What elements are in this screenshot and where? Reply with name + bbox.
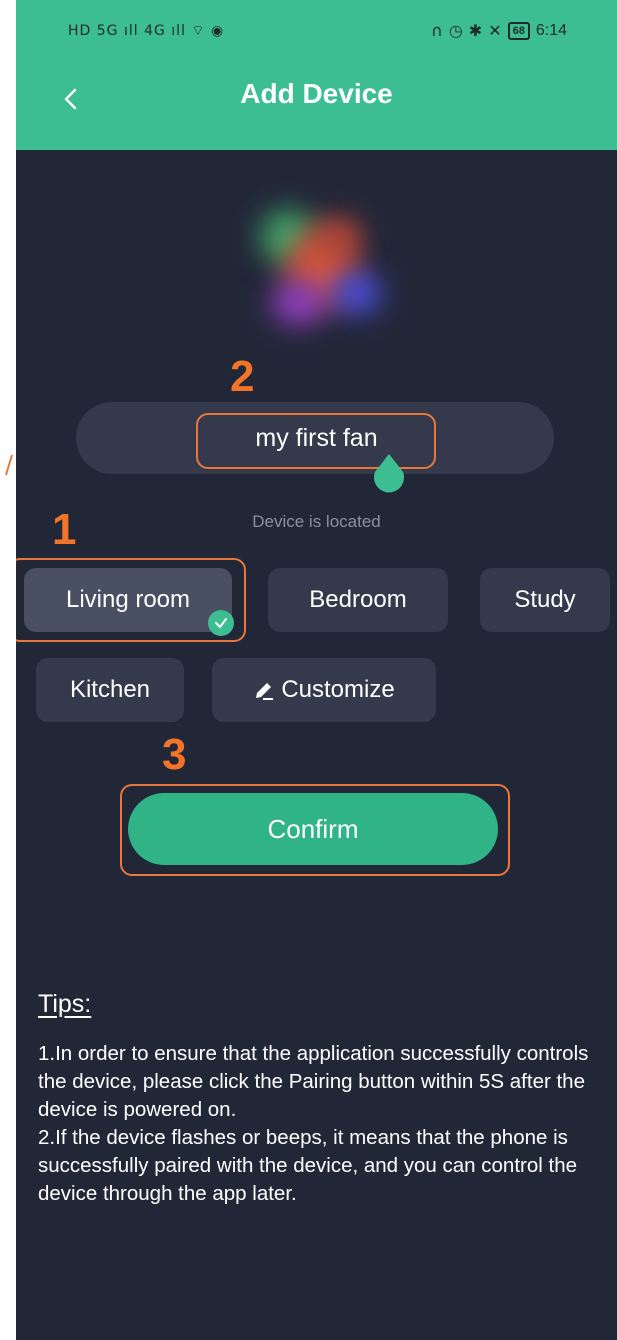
pencil-icon — [256, 683, 274, 700]
headphones-icon: ∩ — [431, 21, 443, 40]
status-icons: ∩ ◷ ✱ ✕ 68 6:14 — [431, 21, 567, 40]
device-image — [241, 200, 391, 350]
room-chip-customize[interactable]: Customize — [212, 658, 436, 722]
tips-heading: Tips: — [38, 990, 92, 1018]
status-time: 6:14 — [535, 21, 567, 39]
location-label: Device is located — [252, 512, 381, 531]
room-chip-bedroom[interactable]: Bedroom — [268, 568, 448, 632]
room-chip-label: Customize — [281, 676, 395, 703]
tip-item: 2.If the device flashes or beeps, it mea… — [38, 1126, 577, 1205]
page-title: Add Device — [240, 78, 393, 109]
battery-indicator: 68 — [507, 21, 530, 40]
annotation-number-1: 1 — [52, 505, 77, 554]
room-chip-label: Bedroom — [309, 586, 407, 613]
room-chip-kitchen[interactable]: Kitchen — [36, 658, 184, 722]
room-chip-label: Study — [514, 586, 576, 613]
text-cursor-handle[interactable] — [372, 452, 406, 494]
annotation-number-3: 3 — [162, 730, 187, 779]
annotation-box-1 — [16, 558, 246, 642]
annotation-box-3 — [120, 784, 510, 876]
signal-indicators: HD 5G ıll 4G ıll ⌔ ◉ — [68, 23, 225, 39]
alarm-icon: ◷ — [448, 21, 463, 40]
tips-text: 1.In order to ensure that the applicatio… — [38, 1040, 613, 1208]
room-chip-label: Kitchen — [69, 676, 151, 703]
room-chip-study[interactable]: Study — [480, 568, 610, 632]
tip-item: 1.In order to ensure that the applicatio… — [38, 1042, 589, 1121]
stray-arrow-mark — [5, 454, 13, 476]
status-bar: HD 5G ıll 4G ıll ⌔ ◉ ∩ ◷ ✱ ✕ 68 6:14 — [16, 0, 617, 60]
phone-screen: HD 5G ıll 4G ıll ⌔ ◉ ∩ ◷ ✱ ✕ 68 6:14 Add… — [16, 0, 617, 1340]
mute-icon: ✕ — [488, 21, 502, 40]
app-header: HD 5G ıll 4G ıll ⌔ ◉ ∩ ◷ ✱ ✕ 68 6:14 Add… — [16, 0, 617, 150]
annotation-number-2: 2 — [230, 352, 255, 401]
bluetooth-icon: ✱ — [468, 21, 483, 40]
